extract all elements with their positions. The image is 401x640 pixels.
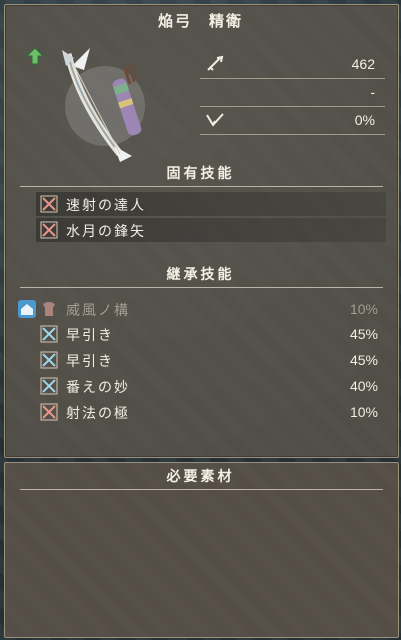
skill-label: 番えの妙 bbox=[66, 380, 130, 396]
element-value: - bbox=[370, 84, 375, 100]
house-badge-icon bbox=[18, 300, 36, 318]
inherited-skills-heading: 継承技能 bbox=[166, 267, 235, 283]
innate-skills-heading: 固有技能 bbox=[166, 166, 235, 182]
divider bbox=[20, 287, 383, 288]
crossed-arrows-blue-icon bbox=[40, 377, 58, 395]
divider bbox=[20, 489, 383, 490]
skill-label: 早引き bbox=[66, 328, 114, 344]
innate-skill-item[interactable]: 水月の鋒矢 bbox=[36, 218, 386, 242]
crossed-arrows-icon bbox=[40, 195, 58, 213]
skill-rate: 10% bbox=[349, 301, 378, 317]
weapon-title: 焔弓 精衛 bbox=[157, 12, 243, 30]
inherited-skill-item[interactable]: 威風ノ構 10% bbox=[36, 297, 386, 321]
crossed-arrows-icon bbox=[40, 221, 58, 239]
divider bbox=[20, 186, 383, 187]
crit-value: 0% bbox=[354, 112, 375, 128]
inherited-skill-item[interactable]: 早引き 45% bbox=[36, 322, 386, 346]
crossed-arrows-blue-icon bbox=[40, 351, 58, 369]
inherited-skill-item[interactable]: 早引き 45% bbox=[36, 348, 386, 372]
element-stat-row: - bbox=[200, 78, 385, 107]
materials-heading: 必要素材 bbox=[166, 469, 235, 485]
skill-label: 水月の鋒矢 bbox=[66, 224, 146, 240]
attack-value: 462 bbox=[351, 56, 375, 72]
inherited-skill-item[interactable]: 番えの妙 40% bbox=[36, 374, 386, 398]
sword-icon bbox=[207, 55, 224, 71]
innate-skill-item[interactable]: 速射の達人 bbox=[36, 192, 386, 216]
crossed-arrows-blue-icon bbox=[40, 325, 58, 343]
inherited-skill-item[interactable]: 射法の極 10% bbox=[36, 400, 386, 424]
skill-rate: 45% bbox=[349, 326, 378, 342]
skill-rate: 40% bbox=[349, 378, 378, 394]
upgrade-arrow-icon[interactable] bbox=[25, 46, 45, 66]
crossed-arrows-icon bbox=[40, 403, 58, 421]
attack-stat-row: 462 bbox=[200, 50, 385, 79]
crit-icon bbox=[206, 113, 224, 127]
skill-label: 早引き bbox=[66, 354, 114, 370]
skill-label: 射法の極 bbox=[66, 406, 130, 422]
skill-label: 威風ノ構 bbox=[66, 303, 130, 319]
crit-stat-row: 0% bbox=[200, 106, 385, 135]
skill-label: 速射の達人 bbox=[66, 198, 146, 214]
bow-weapon-icon bbox=[62, 48, 145, 162]
skill-rate: 10% bbox=[349, 404, 378, 420]
skill-rate: 45% bbox=[349, 352, 378, 368]
armor-icon bbox=[43, 302, 55, 316]
